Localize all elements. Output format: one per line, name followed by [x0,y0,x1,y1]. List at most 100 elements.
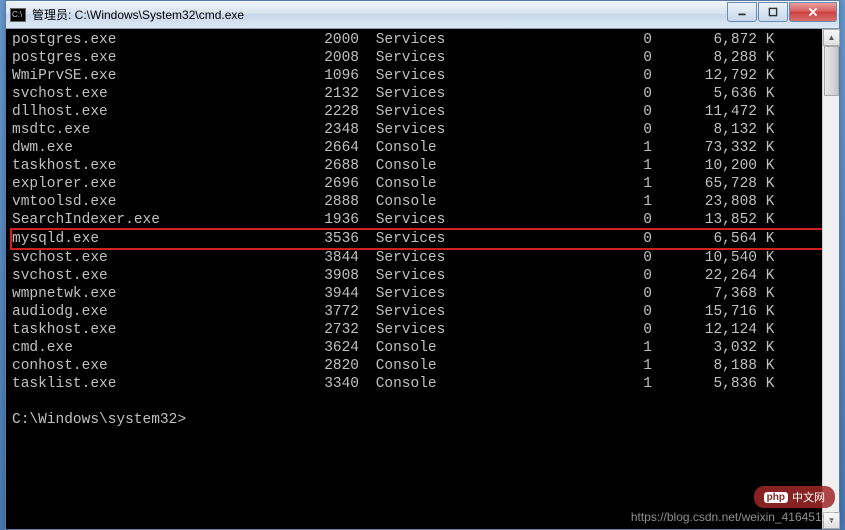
process-pid: 1096 [317,67,367,85]
process-memory: 15,716 [652,303,757,321]
process-name: vmtoolsd.exe [12,193,317,211]
process-row: conhost.exe2820 Console18,188 K [12,357,833,375]
memory-unit: K [757,139,777,157]
process-session: Services [367,267,507,285]
process-name: postgres.exe [12,31,317,49]
process-memory: 13,852 [652,211,757,229]
memory-unit: K [757,157,777,175]
process-session: Services [367,85,507,103]
process-memory: 11,472 [652,103,757,121]
process-name: wmpnetwk.exe [12,285,317,303]
process-memory: 10,200 [652,157,757,175]
process-memory: 8,288 [652,49,757,67]
process-name: WmiPrvSE.exe [12,67,317,85]
process-name: taskhost.exe [12,157,317,175]
cmd-icon: C:\ [10,8,26,22]
memory-unit: K [757,175,777,193]
process-name: cmd.exe [12,339,317,357]
process-session-id: 1 [507,357,652,375]
memory-unit: K [757,267,777,285]
process-memory: 7,368 [652,285,757,303]
maximize-button[interactable] [758,2,788,22]
scrollbar-thumb[interactable] [824,46,839,96]
process-memory: 3,032 [652,339,757,357]
process-memory: 65,728 [652,175,757,193]
process-pid: 2664 [317,139,367,157]
process-session: Console [367,357,507,375]
process-row: dwm.exe2664 Console173,332 K [12,139,833,157]
php-badge-text: 中文网 [792,489,825,505]
memory-unit: K [757,193,777,211]
terminal-output[interactable]: postgres.exe2000 Services06,872 Kpostgre… [6,29,839,529]
php-logo: php [764,492,788,503]
scroll-up-button[interactable]: ▲ [823,29,840,46]
process-name: postgres.exe [12,49,317,67]
close-button[interactable] [789,2,837,22]
process-row: audiodg.exe3772 Services015,716 K [12,303,833,321]
window-controls [727,2,837,22]
process-session-id: 0 [507,303,652,321]
process-row: dllhost.exe2228 Services011,472 K [12,103,833,121]
process-session-id: 1 [507,175,652,193]
memory-unit: K [757,103,777,121]
memory-unit: K [757,303,777,321]
process-session: Console [367,339,507,357]
process-name: taskhost.exe [12,321,317,339]
process-pid: 3624 [317,339,367,357]
process-name: dwm.exe [12,139,317,157]
process-session: Console [367,157,507,175]
memory-unit: K [757,357,777,375]
process-row: postgres.exe2000 Services06,872 K [12,31,833,49]
process-pid: 2008 [317,49,367,67]
process-session: Console [367,375,507,393]
window-title: 管理员: C:\Windows\System32\cmd.exe [32,6,727,23]
process-name: svchost.exe [12,267,317,285]
process-row: WmiPrvSE.exe1096 Services012,792 K [12,67,833,85]
titlebar[interactable]: C:\ 管理员: C:\Windows\System32\cmd.exe [6,1,839,29]
process-row: taskhost.exe2732 Services012,124 K [12,321,833,339]
memory-unit: K [757,285,777,303]
cmd-window: C:\ 管理员: C:\Windows\System32\cmd.exe pos… [5,0,840,530]
process-memory: 10,540 [652,249,757,267]
memory-unit: K [757,339,777,357]
process-pid: 2000 [317,31,367,49]
minimize-button[interactable] [727,2,757,22]
process-name: audiodg.exe [12,303,317,321]
process-session: Services [367,121,507,139]
process-session: Services [367,67,507,85]
vertical-scrollbar[interactable]: ▲ ▼ [822,29,839,529]
process-pid: 2228 [317,103,367,121]
process-session: Services [367,103,507,121]
process-session-id: 0 [507,121,652,139]
process-session-id: 1 [507,193,652,211]
process-session-id: 1 [507,157,652,175]
process-pid: 2820 [317,357,367,375]
process-memory: 23,808 [652,193,757,211]
process-session-id: 0 [507,285,652,303]
process-memory: 6,872 [652,31,757,49]
process-pid: 2132 [317,85,367,103]
process-row: msdtc.exe2348 Services08,132 K [12,121,833,139]
process-pid: 2688 [317,157,367,175]
process-session: Services [367,285,507,303]
process-session: Services [367,211,507,229]
memory-unit: K [757,49,777,67]
process-memory: 12,124 [652,321,757,339]
memory-unit: K [757,31,777,49]
process-pid: 2348 [317,121,367,139]
process-session: Services [367,303,507,321]
process-session: Services [367,321,507,339]
memory-unit: K [757,211,777,229]
command-prompt[interactable]: C:\Windows\system32> [12,411,833,429]
process-row: taskhost.exe2688 Console110,200 K [12,157,833,175]
process-pid: 3844 [317,249,367,267]
process-row: tasklist.exe3340 Console15,836 K [12,375,833,393]
process-name: SearchIndexer.exe [12,211,317,229]
process-pid: 2696 [317,175,367,193]
memory-unit: K [757,375,777,393]
process-row: svchost.exe3908 Services022,264 K [12,267,833,285]
process-session-id: 1 [507,375,652,393]
process-memory: 8,132 [652,121,757,139]
process-memory: 12,792 [652,67,757,85]
process-row: postgres.exe2008 Services08,288 K [12,49,833,67]
